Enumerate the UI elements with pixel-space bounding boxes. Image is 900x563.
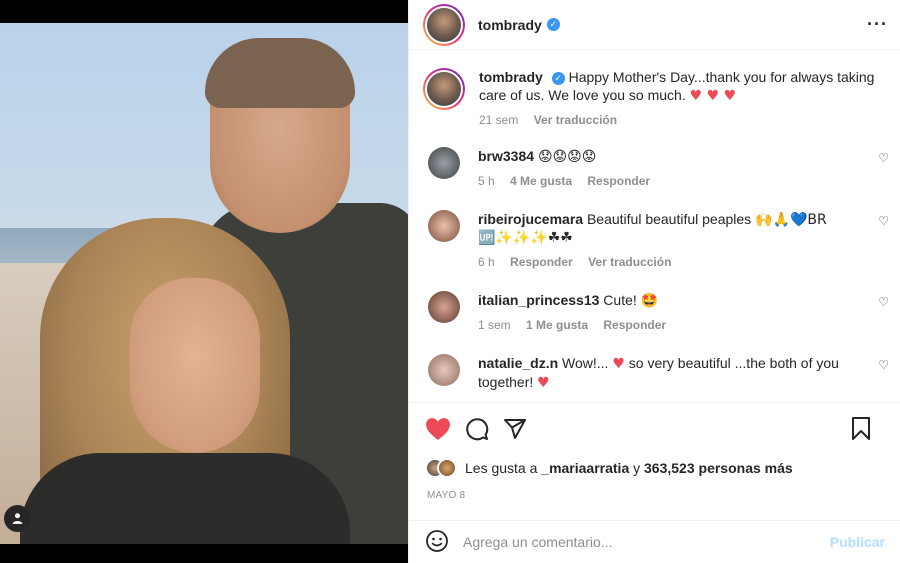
verified-badge-icon: ✓ xyxy=(546,18,560,31)
comment-like-icon[interactable]: ♡ xyxy=(878,358,889,372)
comment-icon[interactable] xyxy=(465,417,489,441)
avatar[interactable] xyxy=(428,147,460,179)
avatar[interactable] xyxy=(428,210,460,242)
list-item: natalie_dz.n Wow!... ♥ so very beautiful… xyxy=(423,354,889,392)
comment-time: 5 h xyxy=(478,174,495,188)
more-options-icon[interactable]: ··· xyxy=(867,14,888,35)
comment-emoji-end: ♥ xyxy=(537,375,550,391)
post-actions xyxy=(409,402,900,454)
likes-joiner: y xyxy=(633,460,641,476)
caption-time: 21 sem xyxy=(479,113,519,127)
comment-like-icon[interactable]: ♡ xyxy=(878,214,889,228)
post-header: tombrady ✓ ··· xyxy=(409,0,900,50)
comment-emoji-line: 🆙✨✨✨☘☘ xyxy=(478,230,573,246)
comment-time: 1 sem xyxy=(478,318,511,332)
comment-username[interactable]: italian_princess13 xyxy=(478,292,599,308)
share-icon[interactable] xyxy=(503,417,527,441)
comment-emoji: 😟😟😟😟 xyxy=(537,149,597,165)
reply-button[interactable]: Responder xyxy=(587,174,650,188)
comment-text: Wow!... xyxy=(562,355,609,371)
see-translation-link[interactable]: Ver traducción xyxy=(588,255,671,269)
comment-input[interactable] xyxy=(463,534,830,550)
comment-emoji: 🙌🙏💙BR xyxy=(755,212,827,228)
likes-count[interactable]: 363,523 personas más xyxy=(644,460,793,476)
caption: tombrady ✓ Happy Mother's Day...thank yo… xyxy=(423,68,889,129)
avatar[interactable] xyxy=(428,291,460,323)
post-date: MAYO 8 xyxy=(427,490,466,501)
see-translation-link[interactable]: Ver traducción xyxy=(534,113,617,127)
comment-text: Beautiful beautiful peaples xyxy=(586,211,752,227)
publish-button[interactable]: Publicar xyxy=(830,534,885,550)
comment-time: 6 h xyxy=(478,255,495,269)
comment-likes[interactable]: 1 Me gusta xyxy=(526,318,588,332)
reply-button[interactable]: Responder xyxy=(603,318,666,332)
list-item: italian_princess13 Cute! 🤩 1 sem 1 Me gu… xyxy=(423,291,889,334)
comment-emoji: 🤩 xyxy=(640,293,659,309)
post-media[interactable] xyxy=(0,0,408,563)
likes-summary: Les gusta a _mariaarratia y 363,523 pers… xyxy=(425,458,793,478)
header-username[interactable]: tombrady xyxy=(478,17,542,33)
like-heart-icon[interactable] xyxy=(425,417,451,441)
likes-first-user[interactable]: _mariaarratia xyxy=(541,460,629,476)
avatar[interactable] xyxy=(423,68,465,110)
comment-emoji: ♥ xyxy=(612,356,625,372)
comment-like-icon[interactable]: ♡ xyxy=(878,151,889,165)
avatar[interactable] xyxy=(437,458,457,478)
comment-username[interactable]: ribeirojucemara xyxy=(478,211,583,227)
avatar[interactable] xyxy=(423,3,465,46)
caption-emoji: ♥ ♥ ♥ xyxy=(689,88,737,104)
comments-list[interactable]: tombrady ✓ Happy Mother's Day...thank yo… xyxy=(409,56,900,402)
avatar[interactable] xyxy=(428,354,460,386)
bookmark-icon[interactable] xyxy=(851,416,871,441)
tagged-users-icon[interactable] xyxy=(4,505,31,532)
comment-like-icon[interactable]: ♡ xyxy=(878,295,889,309)
comment-username[interactable]: natalie_dz.n xyxy=(478,355,558,371)
comment-username[interactable]: brw3384 xyxy=(478,148,534,164)
list-item: ribeirojucemara Beautiful beautiful peap… xyxy=(423,210,889,271)
likes-prefix: Les gusta a xyxy=(465,460,538,476)
comment-likes[interactable]: 4 Me gusta xyxy=(510,174,572,188)
comment-text: Cute! xyxy=(603,292,637,308)
verified-badge-icon: ✓ xyxy=(551,72,565,85)
reply-button[interactable]: Responder xyxy=(510,255,573,269)
add-comment-bar: Publicar xyxy=(409,520,900,563)
post-side-panel: tombrady ✓ ··· tombrady ✓ Happy Mother's… xyxy=(408,0,900,563)
caption-username[interactable]: tombrady xyxy=(479,69,543,85)
post-photo xyxy=(0,23,408,544)
list-item: brw3384 😟😟😟😟 5 h 4 Me gusta Responder ♡ xyxy=(423,147,889,190)
emoji-picker-icon[interactable] xyxy=(425,529,449,556)
